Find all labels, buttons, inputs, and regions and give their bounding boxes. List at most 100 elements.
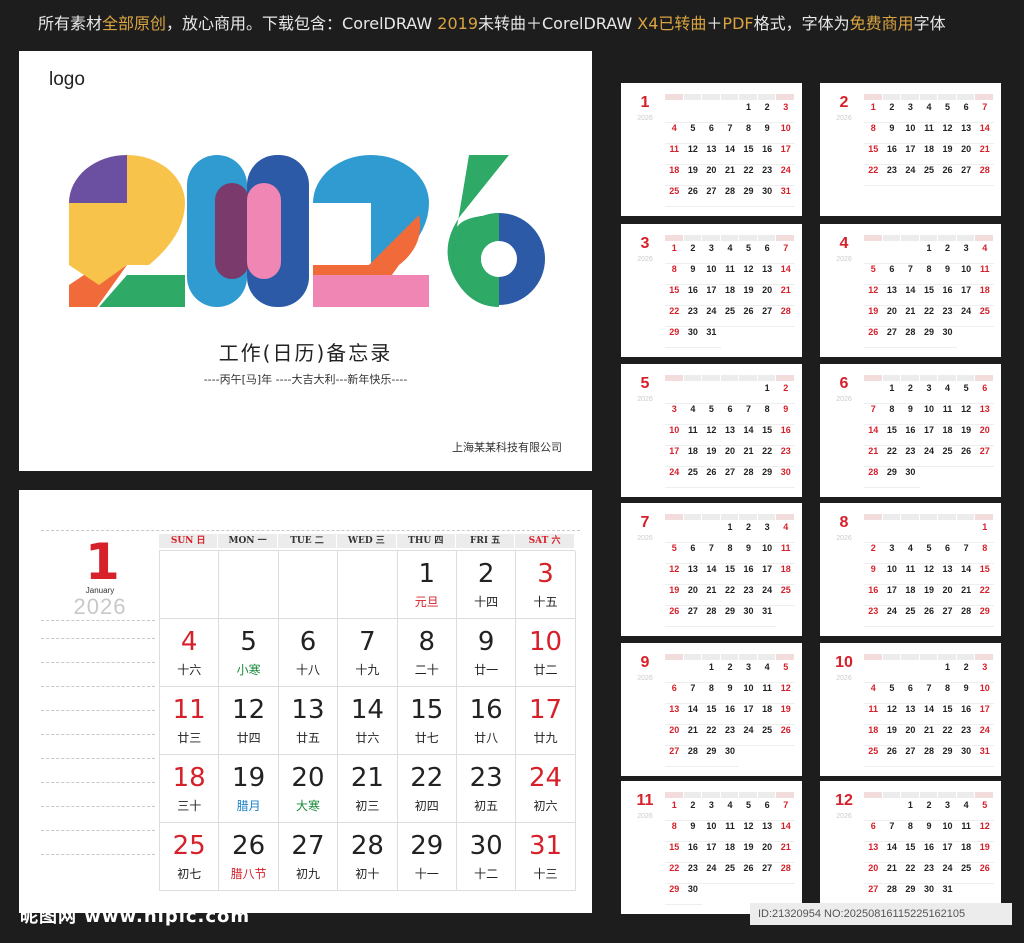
thumbnail-weekday xyxy=(864,654,882,660)
thumbnail-day: 14 xyxy=(919,704,939,725)
thumbnail-day: 1 xyxy=(919,243,939,264)
thumbnail-day: 24 xyxy=(956,306,976,327)
note-line xyxy=(41,638,155,639)
thumbnail-day: 2 xyxy=(956,662,976,683)
thumbnail-day: 22 xyxy=(665,863,684,884)
thumbnail-day: 25 xyxy=(975,306,994,327)
thumbnail-day xyxy=(665,383,684,404)
thumbnail-day xyxy=(720,102,740,123)
thumbnail-day: 20 xyxy=(757,842,777,863)
month-thumbnail: 5 2026 1 2 3 4 5 6 7 8 9 10 11 12 13 14 15 16 17 18 19 20 21 22… xyxy=(621,364,802,497)
day-number: 9 xyxy=(477,627,495,657)
lunar-date: 廿六 xyxy=(355,731,380,745)
weekday-label: THU 四 xyxy=(396,534,455,548)
thumbnail-day: 8 xyxy=(919,264,939,285)
thumbnail-weekday xyxy=(882,654,901,660)
day-cell: 19 腊月 xyxy=(219,755,279,823)
thumbnail-day: 8 xyxy=(665,264,684,285)
note-line xyxy=(41,806,155,807)
day-number: 31 xyxy=(528,831,563,861)
month-year: 2026 xyxy=(73,594,127,619)
thumbnail-day: 5 xyxy=(882,683,902,704)
thumbnail-month-number: 2 xyxy=(839,94,849,111)
digit-6 xyxy=(447,155,545,307)
thumbnail-day: 30 xyxy=(901,467,920,488)
thumbnail-weekday xyxy=(720,654,739,660)
thumbnail-day: 23 xyxy=(683,306,703,327)
thumbnail-weekday xyxy=(739,94,757,100)
thumbnail-day xyxy=(901,243,920,264)
weekday-header: SUN 日 MON 一 TUE 二 WED 三 THU 四 FRI 五 SAT 六 xyxy=(159,534,575,548)
thumbnail-day: 1 xyxy=(938,662,957,683)
thumbnail-day: 3 xyxy=(919,383,939,404)
day-cell: 30 十二 xyxy=(456,823,517,891)
thumbnail-grid: 1 2 3 4 5 6 7 8 9 10 11 12 13 14 15 16 17 18 19 20 21 22 23 24 2… xyxy=(665,383,795,488)
thumbnail-day: 21 xyxy=(975,144,994,165)
thumbnail-weekday xyxy=(683,514,702,520)
day-number: 22 xyxy=(410,763,444,793)
thumbnail-day: 3 xyxy=(739,662,758,683)
banner-highlight: 免费商用 xyxy=(849,14,914,33)
thumbnail-year: 2026 xyxy=(637,535,653,542)
thumbnail-day: 12 xyxy=(702,425,721,446)
thumbnail-weekday xyxy=(739,792,757,798)
thumbnail-day: 17 xyxy=(702,285,721,306)
thumbnail-day: 24 xyxy=(938,863,957,884)
thumbnail-month-number: 4 xyxy=(839,235,849,252)
thumbnail-weekday xyxy=(864,375,882,381)
thumbnail-day: 26 xyxy=(864,327,883,348)
thumbnail-day: 7 xyxy=(956,543,976,564)
thumbnail-day: 18 xyxy=(975,285,994,306)
thumbnail-day: 17 xyxy=(938,842,957,863)
thumbnail-day: 11 xyxy=(938,404,957,425)
thumbnail-day: 11 xyxy=(975,264,994,285)
thumbnail-day: 14 xyxy=(683,704,703,725)
weekday-label: WED 三 xyxy=(337,534,396,548)
thumbnail-weekday xyxy=(683,235,702,241)
thumbnail-day: 19 xyxy=(975,842,994,863)
watermark-right: ID:21320954 NO:20250816115225162105 xyxy=(750,903,1012,925)
thumbnail-weekday xyxy=(882,235,901,241)
thumbnail-day: 10 xyxy=(956,264,976,285)
thumbnail-day: 7 xyxy=(702,543,721,564)
thumbnail-day: 22 xyxy=(702,725,721,746)
thumbnail-weekday xyxy=(720,235,739,241)
thumbnail-day: 27 xyxy=(702,186,721,207)
day-cell: 31 十三 xyxy=(516,823,576,891)
thumbnail-day: 25 xyxy=(901,606,920,627)
lunar-date: 初七 xyxy=(177,867,202,881)
thumbnail-day: 8 xyxy=(739,123,758,144)
lunar-date: 三十 xyxy=(177,799,202,813)
thumbnail-day: 4 xyxy=(975,243,994,264)
thumbnail-day: 10 xyxy=(882,564,902,585)
day-cell: 23 初五 xyxy=(456,755,517,823)
thumbnail-day: 14 xyxy=(702,564,721,585)
thumbnail-day: 2 xyxy=(882,102,902,123)
thumbnail-year: 2026 xyxy=(836,396,852,403)
thumbnail-day: 30 xyxy=(757,186,777,207)
thumbnail-day: 1 xyxy=(882,383,902,404)
thumbnail-month-number: 5 xyxy=(640,375,650,392)
day-number: 11 xyxy=(172,695,206,725)
day-cell: 8 二十 xyxy=(397,619,457,687)
thumbnail-day: 7 xyxy=(919,683,939,704)
thumbnail-weekday xyxy=(757,235,776,241)
thumbnail-day: 30 xyxy=(683,327,703,348)
thumbnail-day: 9 xyxy=(882,123,902,144)
weekday-label: SUN 日 xyxy=(159,534,218,548)
thumbnail-day: 5 xyxy=(956,383,976,404)
thumbnail-weekday-header xyxy=(864,792,994,798)
thumbnail-day: 6 xyxy=(757,243,777,264)
thumbnail-day: 24 xyxy=(975,725,994,746)
thumbnail-day: 17 xyxy=(975,704,994,725)
day-number: 27 xyxy=(291,831,325,861)
thumbnail-day: 5 xyxy=(864,264,883,285)
thumbnail-day: 29 xyxy=(720,606,740,627)
thumbnail-weekday xyxy=(901,375,919,381)
thumbnail-day: 18 xyxy=(919,144,939,165)
thumbnail-day: 28 xyxy=(776,863,795,884)
thumbnail-day: 22 xyxy=(975,585,994,606)
banner-text: 所有素材 xyxy=(38,14,103,33)
thumbnail-day: 26 xyxy=(776,725,795,746)
thumbnail-day: 24 xyxy=(882,606,902,627)
